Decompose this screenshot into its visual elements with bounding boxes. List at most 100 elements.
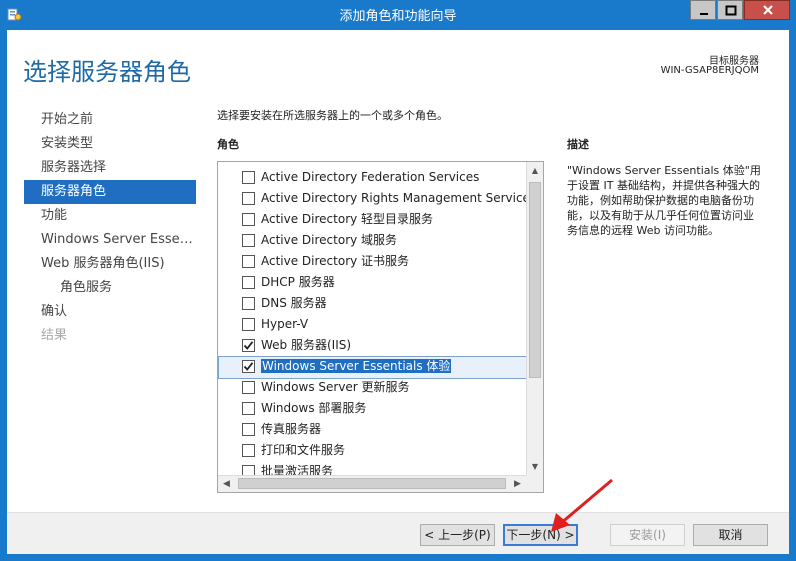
checkmark-icon: [243, 341, 254, 350]
role-label: Active Directory Rights Management Servi…: [261, 188, 536, 209]
vertical-scroll-thumb[interactable]: [529, 182, 541, 378]
role-label: DNS 服务器: [261, 293, 327, 314]
role-label-text: DNS 服务器: [261, 296, 327, 310]
role-row[interactable]: Web 服务器(IIS): [218, 335, 526, 356]
role-label: Windows Server Essentials 体验: [261, 356, 452, 377]
role-checkbox[interactable]: [242, 213, 255, 226]
role-label: Hyper-V: [261, 314, 308, 335]
vertical-scrollbar[interactable]: ▲ ▼: [526, 162, 543, 475]
role-row[interactable]: Active Directory 轻型目录服务: [218, 209, 526, 230]
role-row[interactable]: Active Directory Federation Services: [218, 167, 526, 188]
nav-step-7[interactable]: 角色服务: [24, 276, 196, 300]
wizard-footer: < 上一步(P) 下一步(N) > 安装(I) 取消: [7, 513, 789, 554]
role-label-text: Active Directory Federation Services: [261, 170, 480, 184]
role-description: "Windows Server Essentials 体验"用于设置 IT 基础…: [567, 164, 761, 237]
maximize-icon: [725, 5, 737, 16]
close-icon: [763, 5, 773, 15]
role-label-text: Hyper-V: [261, 317, 309, 331]
minimize-icon: [700, 13, 708, 15]
role-label-text: 打印和文件服务: [261, 443, 346, 457]
minimize-button[interactable]: [690, 0, 716, 20]
instruction-text: 选择要安装在所选服务器上的一个或多个角色。: [217, 109, 448, 122]
nav-step-5[interactable]: Windows Server Essenti...: [24, 228, 196, 252]
role-label-text: Web 服务器(IIS): [261, 338, 352, 352]
wizard-content: 选择服务器角色 目标服务器 WIN-GSAP8ERJQOM 开始之前 安装类型 服务…: [7, 30, 789, 554]
role-label-text: Active Directory 轻型目录服务: [261, 212, 434, 226]
install-button[interactable]: 安装(I): [610, 524, 685, 546]
nav-step-8[interactable]: 确认: [24, 300, 196, 324]
role-row[interactable]: Active Directory 证书服务: [218, 251, 526, 272]
role-checkbox[interactable]: [242, 381, 255, 394]
role-label-text: Active Directory 域服务: [261, 233, 398, 247]
role-label: Windows Server 更新服务: [261, 377, 410, 398]
role-row[interactable]: Active Directory 域服务: [218, 230, 526, 251]
role-label-text: Windows Server 更新服务: [261, 380, 410, 394]
role-checkbox[interactable]: [242, 444, 255, 457]
checkmark-icon: [243, 362, 254, 371]
role-label-text: Windows Server Essentials 体验: [261, 359, 452, 373]
role-row[interactable]: Hyper-V: [218, 314, 526, 335]
nav-step-6[interactable]: Web 服务器角色(IIS): [24, 252, 196, 276]
roles-list-rows: Active Directory Federation Services Acti…: [218, 167, 536, 482]
maximize-button[interactable]: [717, 0, 743, 20]
description-heading: 描述: [567, 138, 589, 151]
cancel-button[interactable]: 取消: [693, 524, 768, 546]
role-checkbox[interactable]: [242, 255, 255, 268]
role-row[interactable]: Windows Server 更新服务: [218, 377, 526, 398]
previous-button[interactable]: < 上一步(P): [420, 524, 495, 546]
window-title: 添加角色和功能向导: [339, 9, 457, 24]
role-label-text: 传真服务器: [261, 422, 322, 436]
role-checkbox[interactable]: [242, 339, 255, 352]
role-label: Active Directory 轻型目录服务: [261, 209, 433, 230]
wizard-window: 添加角色和功能向导 选择服务器角色 目标服务器 WIN-GSAP8ERJQOM …: [0, 0, 796, 561]
role-label: Active Directory Federation Services: [261, 167, 479, 188]
role-row[interactable]: Active Directory Rights Management Servi…: [218, 188, 536, 209]
nav-step-2[interactable]: 服务器选择: [24, 156, 196, 180]
role-label-text: Active Directory Rights Management Servi…: [261, 191, 537, 205]
role-label: 打印和文件服务: [261, 440, 345, 461]
role-checkbox[interactable]: [242, 360, 255, 373]
role-label: Active Directory 域服务: [261, 230, 397, 251]
wizard-steps-nav: 开始之前 安装类型 服务器选择 服务器角色 功能 Windows Server Essen…: [24, 108, 196, 348]
role-row[interactable]: Windows 部署服务: [218, 398, 526, 419]
role-checkbox[interactable]: [242, 402, 255, 415]
role-checkbox[interactable]: [242, 234, 255, 247]
role-label: DHCP 服务器: [261, 272, 335, 293]
close-button[interactable]: [744, 0, 790, 20]
role-row[interactable]: 传真服务器: [218, 419, 526, 440]
role-checkbox[interactable]: [242, 171, 255, 184]
scroll-down-icon[interactable]: ▼: [527, 458, 543, 475]
role-row[interactable]: Windows Server Essentials 体验: [218, 356, 528, 379]
nav-step-1[interactable]: 安装类型: [24, 132, 196, 156]
next-button[interactable]: 下一步(N) >: [503, 524, 578, 546]
roles-heading: 角色: [217, 138, 239, 151]
role-label-text: Active Directory 证书服务: [261, 254, 410, 268]
role-row[interactable]: DHCP 服务器: [218, 272, 526, 293]
role-label: Windows 部署服务: [261, 398, 366, 419]
nav-step-3[interactable]: 服务器角色: [24, 180, 196, 204]
role-checkbox[interactable]: [242, 318, 255, 331]
target-server-name: WIN-GSAP8ERJQOM: [660, 65, 759, 76]
roles-list[interactable]: Active Directory Federation Services Acti…: [217, 161, 544, 493]
scroll-up-icon[interactable]: ▲: [527, 162, 543, 179]
role-checkbox[interactable]: [242, 276, 255, 289]
role-checkbox[interactable]: [242, 423, 255, 436]
role-label: Web 服务器(IIS): [261, 335, 351, 356]
horizontal-scroll-thumb[interactable]: [238, 478, 506, 489]
nav-step-9: 结果: [41, 328, 68, 343]
scroll-left-icon[interactable]: ◀: [218, 476, 235, 492]
role-label: 传真服务器: [261, 419, 321, 440]
role-row[interactable]: DNS 服务器: [218, 293, 526, 314]
nav-step-4[interactable]: 功能: [24, 204, 196, 228]
scrollbar-corner: [526, 475, 543, 492]
title-bar[interactable]: 添加角色和功能向导: [0, 0, 796, 30]
scroll-right-icon[interactable]: ▶: [509, 476, 526, 492]
page-title: 选择服务器角色: [23, 58, 191, 86]
nav-step-0[interactable]: 开始之前: [24, 108, 196, 132]
role-label: Active Directory 证书服务: [261, 251, 409, 272]
role-row[interactable]: 打印和文件服务: [218, 440, 526, 461]
horizontal-scrollbar[interactable]: ◀ ▶: [218, 475, 526, 492]
role-label-text: DHCP 服务器: [261, 275, 335, 289]
role-checkbox[interactable]: [242, 192, 255, 205]
role-checkbox[interactable]: [242, 297, 255, 310]
